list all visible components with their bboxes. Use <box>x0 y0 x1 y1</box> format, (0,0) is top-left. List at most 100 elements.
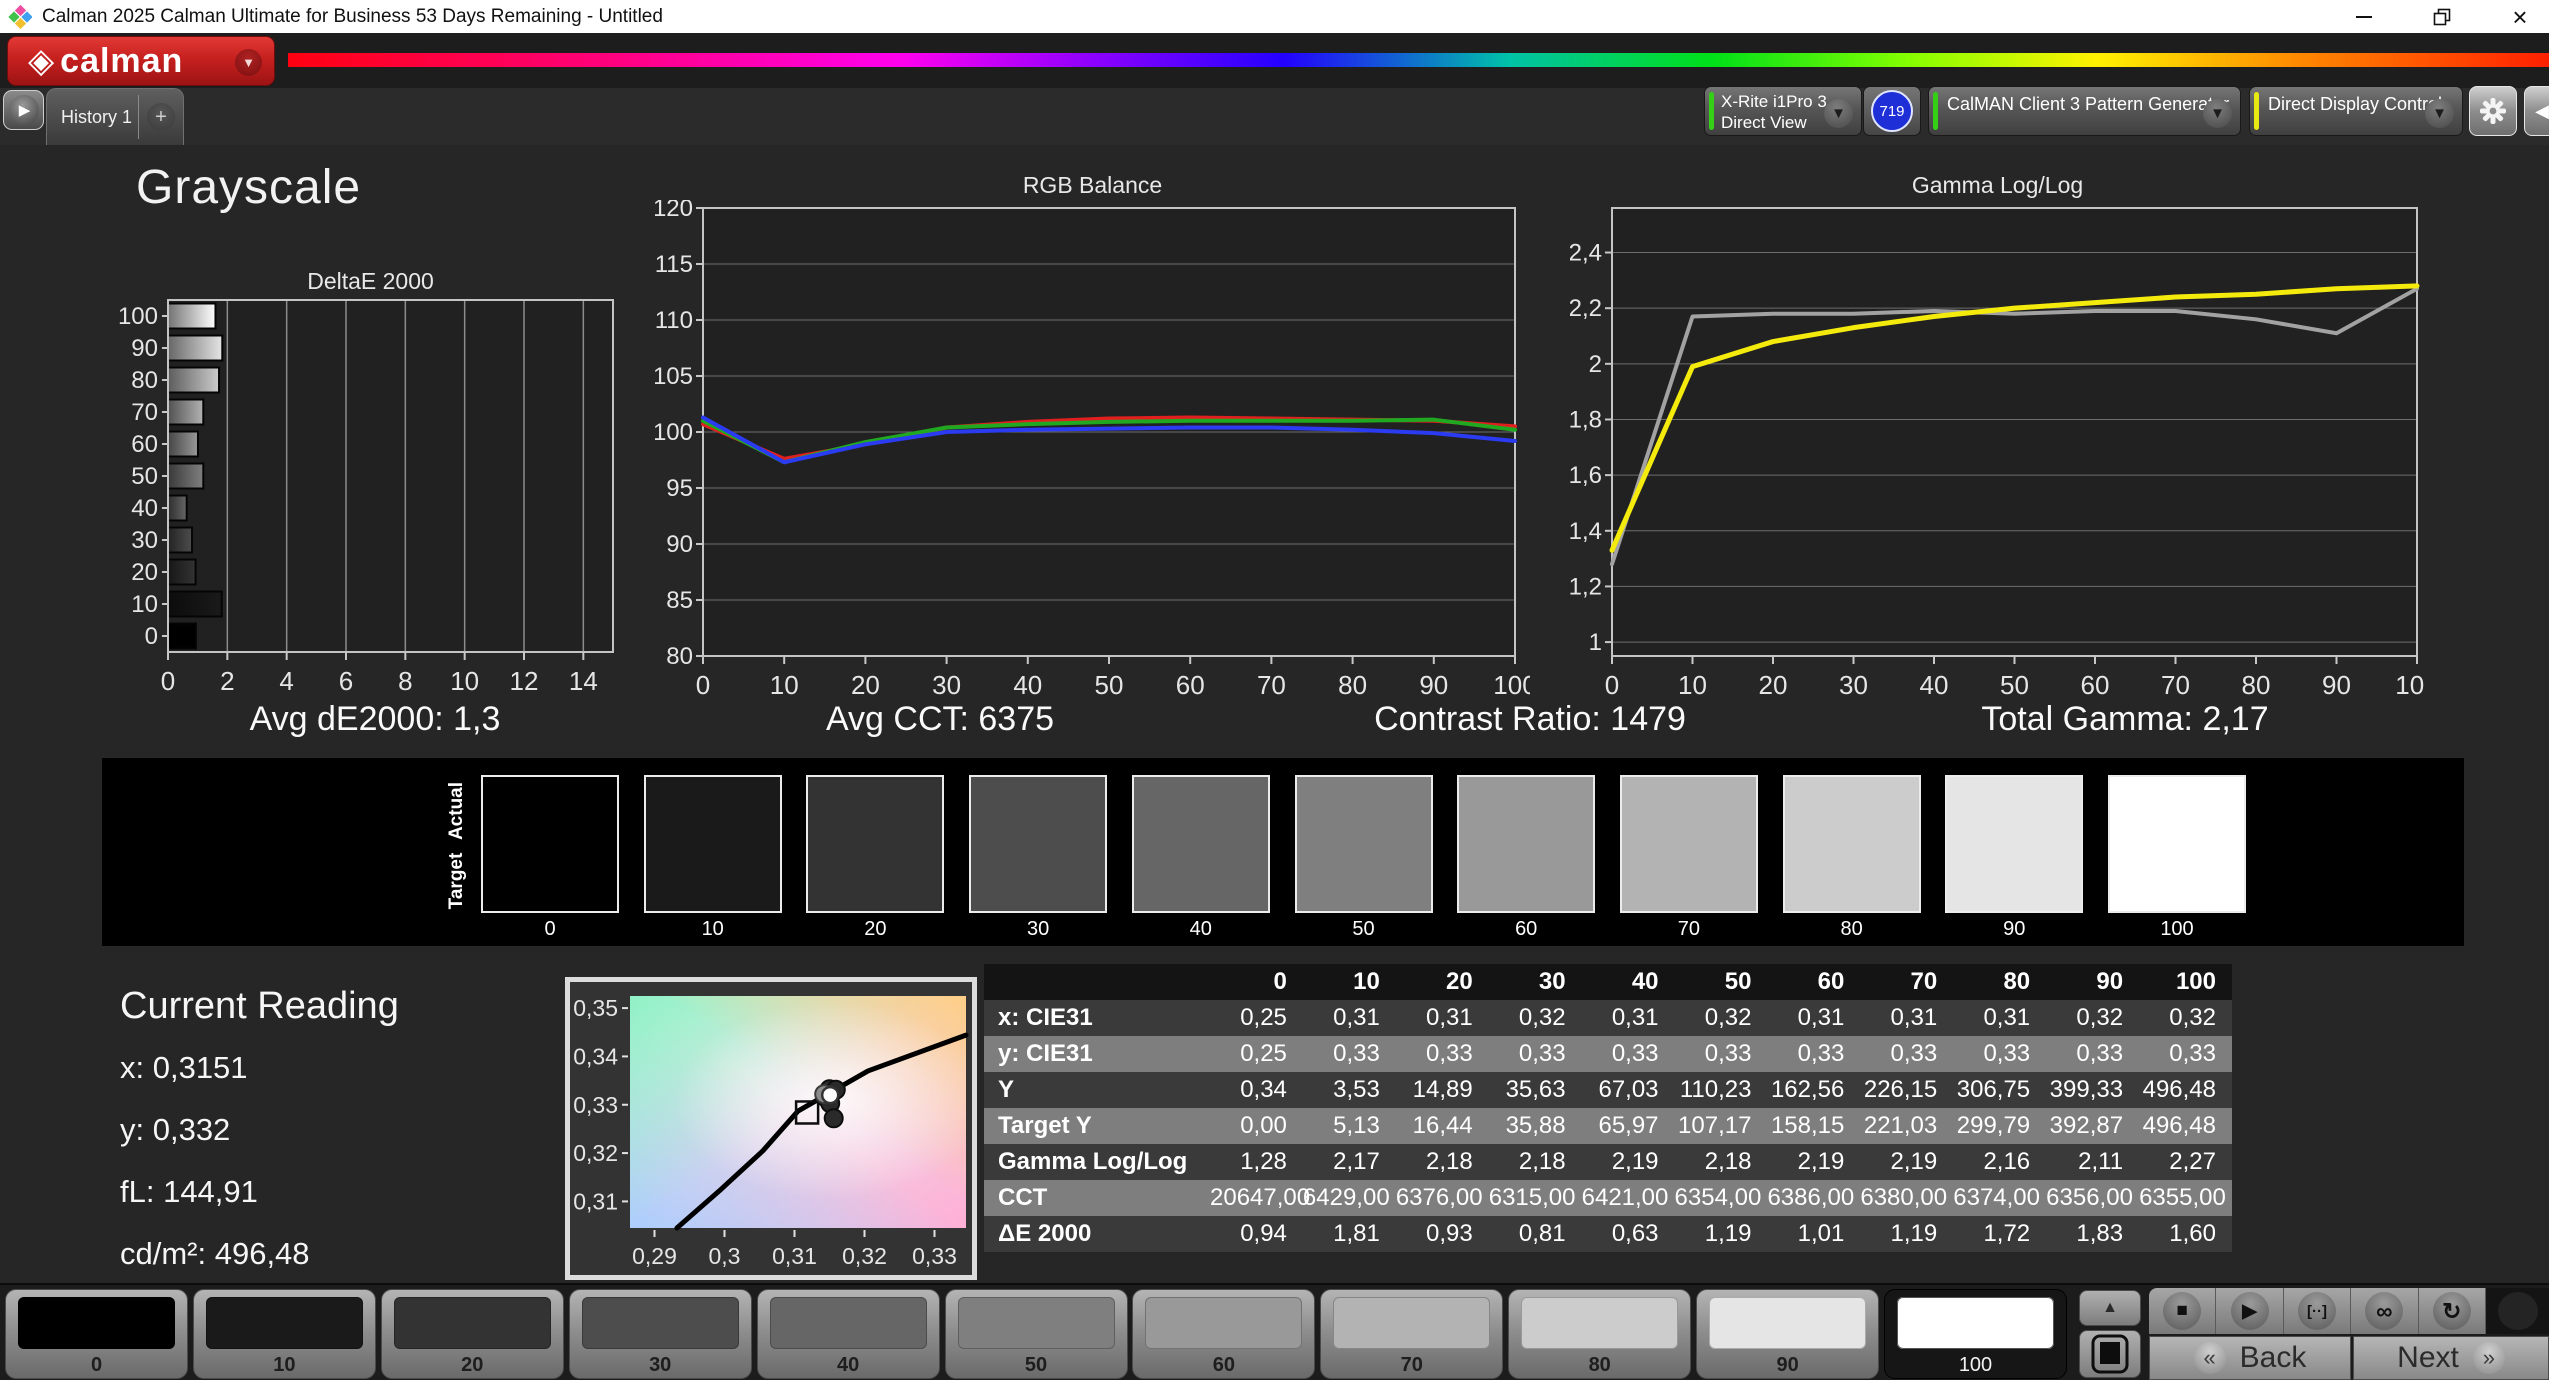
meter-dropdown-arrow[interactable]: ▼ <box>1824 99 1853 128</box>
cie-chart-plot: 0,35 0,34 0,33 0,32 0,31 0,29 0,3 0,31 0,32 0,33 <box>573 995 969 1269</box>
rgb-balance-chart-title: RGB Balance <box>1022 172 1163 198</box>
patch-button-40[interactable]: 40 <box>756 1289 940 1379</box>
table-cell: 306,75 <box>1953 1072 2047 1108</box>
table-column-header-100: 100 <box>2139 964 2232 1000</box>
svg-text:12: 12 <box>510 666 539 696</box>
display-status-indicator <box>2254 92 2259 130</box>
svg-text:40: 40 <box>1013 670 1042 700</box>
table-cell: 0,81 <box>1488 1216 1582 1252</box>
stop-button[interactable]: ■ <box>2149 1288 2217 1334</box>
svg-text:0,35: 0,35 <box>573 995 618 1021</box>
patch-button-100[interactable]: 100 <box>1884 1289 2067 1379</box>
table-column-header-60: 60 <box>1767 964 1861 1000</box>
patch-swatch-40 <box>769 1297 927 1349</box>
gear-icon <box>2480 98 2506 124</box>
svg-text:70: 70 <box>2161 670 2190 700</box>
tab-history-1[interactable]: History 1 + <box>46 88 184 145</box>
table-cell: 6355,00 <box>2139 1180 2232 1216</box>
chevron-double-left-icon: « <box>2193 1342 2226 1374</box>
patch-button-30[interactable]: 30 <box>568 1289 752 1379</box>
grayscale-swatch-50 <box>1294 775 1433 913</box>
add-tab-button[interactable]: + <box>139 103 183 131</box>
display-dropdown-arrow[interactable]: ▼ <box>2425 99 2454 128</box>
table-cell: 1,83 <box>2046 1216 2140 1252</box>
table-cell: 0,33 <box>1674 1036 1768 1072</box>
svg-text:0,29: 0,29 <box>632 1243 677 1269</box>
svg-text:0,31: 0,31 <box>772 1243 817 1269</box>
chevron-down-icon: ▼ <box>1831 105 1846 122</box>
table-cell: 0,33 <box>1953 1036 2047 1072</box>
table-cell: 6429,00 <box>1302 1180 1396 1216</box>
chevron-down-icon: ▼ <box>2210 105 2225 122</box>
patch-button-10[interactable]: 10 <box>192 1289 376 1379</box>
pattern-dropdown-arrow[interactable]: ▼ <box>2203 99 2232 128</box>
table-cell: 158,15 <box>1767 1108 1861 1144</box>
table-column-header-10: 10 <box>1302 964 1396 1000</box>
svg-text:20: 20 <box>1759 670 1788 700</box>
swatch-label-40: 40 <box>1189 918 1212 940</box>
table-cell: 35,63 <box>1488 1072 1582 1108</box>
table-cell: 1,72 <box>1953 1216 2047 1252</box>
grayscale-swatch-100 <box>2108 775 2246 913</box>
svg-text:1,8: 1,8 <box>1570 406 1602 433</box>
svg-text:60: 60 <box>2081 670 2110 700</box>
table-cell: 2,16 <box>1953 1144 2047 1180</box>
calman-logo-text: calman <box>60 41 184 80</box>
loop-button[interactable]: ∞ <box>2351 1288 2419 1334</box>
table-cell: 221,03 <box>1860 1108 1954 1144</box>
restore-icon <box>2433 8 2451 25</box>
next-button[interactable]: Next » <box>2353 1336 2549 1380</box>
patch-swatch-80 <box>1521 1297 1679 1349</box>
restore-button[interactable] <box>2427 2 2457 32</box>
table-cell: 0,33 <box>1767 1036 1861 1072</box>
patch-swatch-50 <box>957 1297 1115 1349</box>
patch-button-70[interactable]: 70 <box>1320 1289 1504 1379</box>
settings-button[interactable] <box>2469 86 2517 136</box>
table-cell: 20647,00 <box>1210 1180 1310 1216</box>
close-button[interactable]: × <box>2505 2 2535 32</box>
patch-button-60[interactable]: 60 <box>1132 1289 1316 1379</box>
calman-menu-dropdown[interactable]: ▼ <box>235 49 262 76</box>
svg-text:70: 70 <box>131 399 158 426</box>
svg-text:60: 60 <box>131 431 158 458</box>
calman-app-window: Calman 2025 Calman Ultimate for Business… <box>0 0 2549 1380</box>
pattern-generator-dropdown[interactable]: CalMAN Client 3 Pattern Generator ▼ <box>1928 86 2241 136</box>
patch-window-toggle-button[interactable] <box>2079 1330 2141 1378</box>
patch-button-20[interactable]: 20 <box>380 1289 564 1379</box>
patch-button-90[interactable]: 90 <box>1696 1289 1880 1379</box>
patch-label-80: 80 <box>1588 1354 1611 1376</box>
pattern-status-indicator <box>1933 92 1938 130</box>
refresh-button[interactable]: ↻ <box>2418 1288 2486 1334</box>
stat-avg-de2000: Avg dE2000: 1,3 <box>249 700 501 738</box>
history-play-button[interactable]: ▶ <box>3 90 44 130</box>
svg-text:90: 90 <box>666 531 693 558</box>
table-cell: 2,19 <box>1767 1144 1861 1180</box>
swatch-label-30: 30 <box>1026 918 1050 940</box>
play-button[interactable]: ▶ <box>2216 1288 2284 1334</box>
frame-marker-icon: [··] <box>2306 1302 2327 1320</box>
svg-text:14: 14 <box>569 666 598 696</box>
back-button[interactable]: « Back <box>2149 1336 2351 1380</box>
table-row: Gamma Log/Log 1,28 2,17 2,18 2,18 2,19 2,18 2,1… <box>984 1144 2232 1180</box>
table-cell: 0,33 <box>2046 1036 2140 1072</box>
empty-slot-oval <box>2498 1292 2538 1330</box>
table-row: y: CIE31 0,25 0,33 0,33 0,33 0,33 0,33 0,33 0,33… <box>984 1036 2232 1072</box>
patch-button-0[interactable]: 0 <box>5 1289 188 1379</box>
minimize-button[interactable] <box>2349 2 2379 32</box>
patch-button-50[interactable]: 50 <box>944 1289 1128 1379</box>
rgb-balance-chart-plot: 80 85 90 95 100 105 110 115 120 0 10 20 30 40 50 60 70 80… <box>653 195 1537 700</box>
table-cell: 1,60 <box>2139 1216 2232 1252</box>
calman-menu-button[interactable]: ◈ calman ▼ <box>7 36 275 86</box>
patch-label-70: 70 <box>1400 1354 1423 1376</box>
table-cell: 0,32 <box>2139 1000 2232 1036</box>
svg-text:100: 100 <box>2395 670 2425 700</box>
gamma-chart: Gamma Log/Log 1 1,2 1,4 1,6 1,8 2 2,2 2,4 0 10 20 3… <box>1569 172 2439 705</box>
patch-window-up-button[interactable]: ▲ <box>2079 1290 2141 1326</box>
meter-dropdown[interactable]: X-Rite i1Pro 3 Direct View ▼ <box>1704 86 1862 136</box>
patch-button-80[interactable]: 80 <box>1508 1289 1692 1379</box>
collapse-panel-button[interactable]: ◀ <box>2524 86 2549 136</box>
grayscale-swatch-70 <box>1619 775 1758 913</box>
display-control-dropdown[interactable]: Direct Display Control ▼ <box>2249 86 2463 136</box>
svg-text:90: 90 <box>131 335 158 362</box>
marker-button[interactable]: [··] <box>2283 1288 2352 1334</box>
